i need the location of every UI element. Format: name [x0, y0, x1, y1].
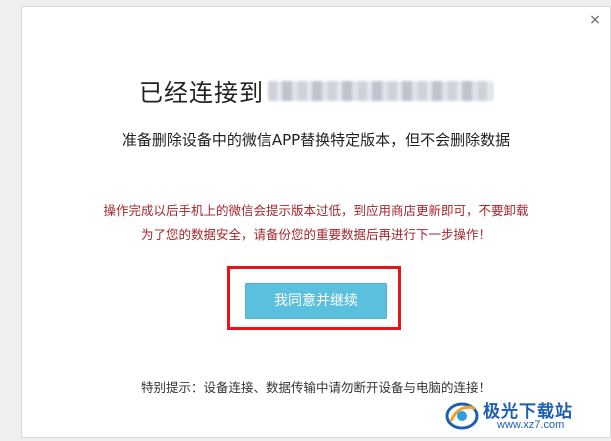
dialog-title: 已经连接到: [139, 79, 264, 107]
site-watermark: 极光下载站 www.xz7.com: [445, 395, 605, 435]
brand-logo-icon: [445, 402, 479, 430]
device-name-blurred: [268, 80, 493, 101]
dialog-subtitle: 准备删除设备中的微信APP替换特定版本，但不会删除数据: [121, 131, 511, 149]
warning-line: 操作完成以后手机上的微信会提示版本过低，到应用商店更新即可，不要卸载: [103, 203, 529, 218]
agree-continue-button[interactable]: 我同意并继续: [245, 283, 387, 319]
close-icon[interactable]: ×: [588, 13, 602, 27]
warning-line: 为了您的数据安全，请备份您的重要数据后再进行下一步操作！: [140, 227, 491, 242]
watermark-url: www.xz7.com: [497, 419, 565, 431]
connection-dialog: × 已经连接到 准备删除设备中的微信APP替换特定版本，但不会删除数据 操作完成…: [21, 6, 611, 438]
special-tip: 特别提示：设备连接、数据传输中请勿断开设备与电脑的连接！: [140, 380, 491, 395]
warning-message: 操作完成以后手机上的微信会提示版本过低，到应用商店更新即可，不要卸载 为了您的数…: [22, 199, 610, 247]
dialog-title-row: 已经连接到: [22, 73, 610, 108]
